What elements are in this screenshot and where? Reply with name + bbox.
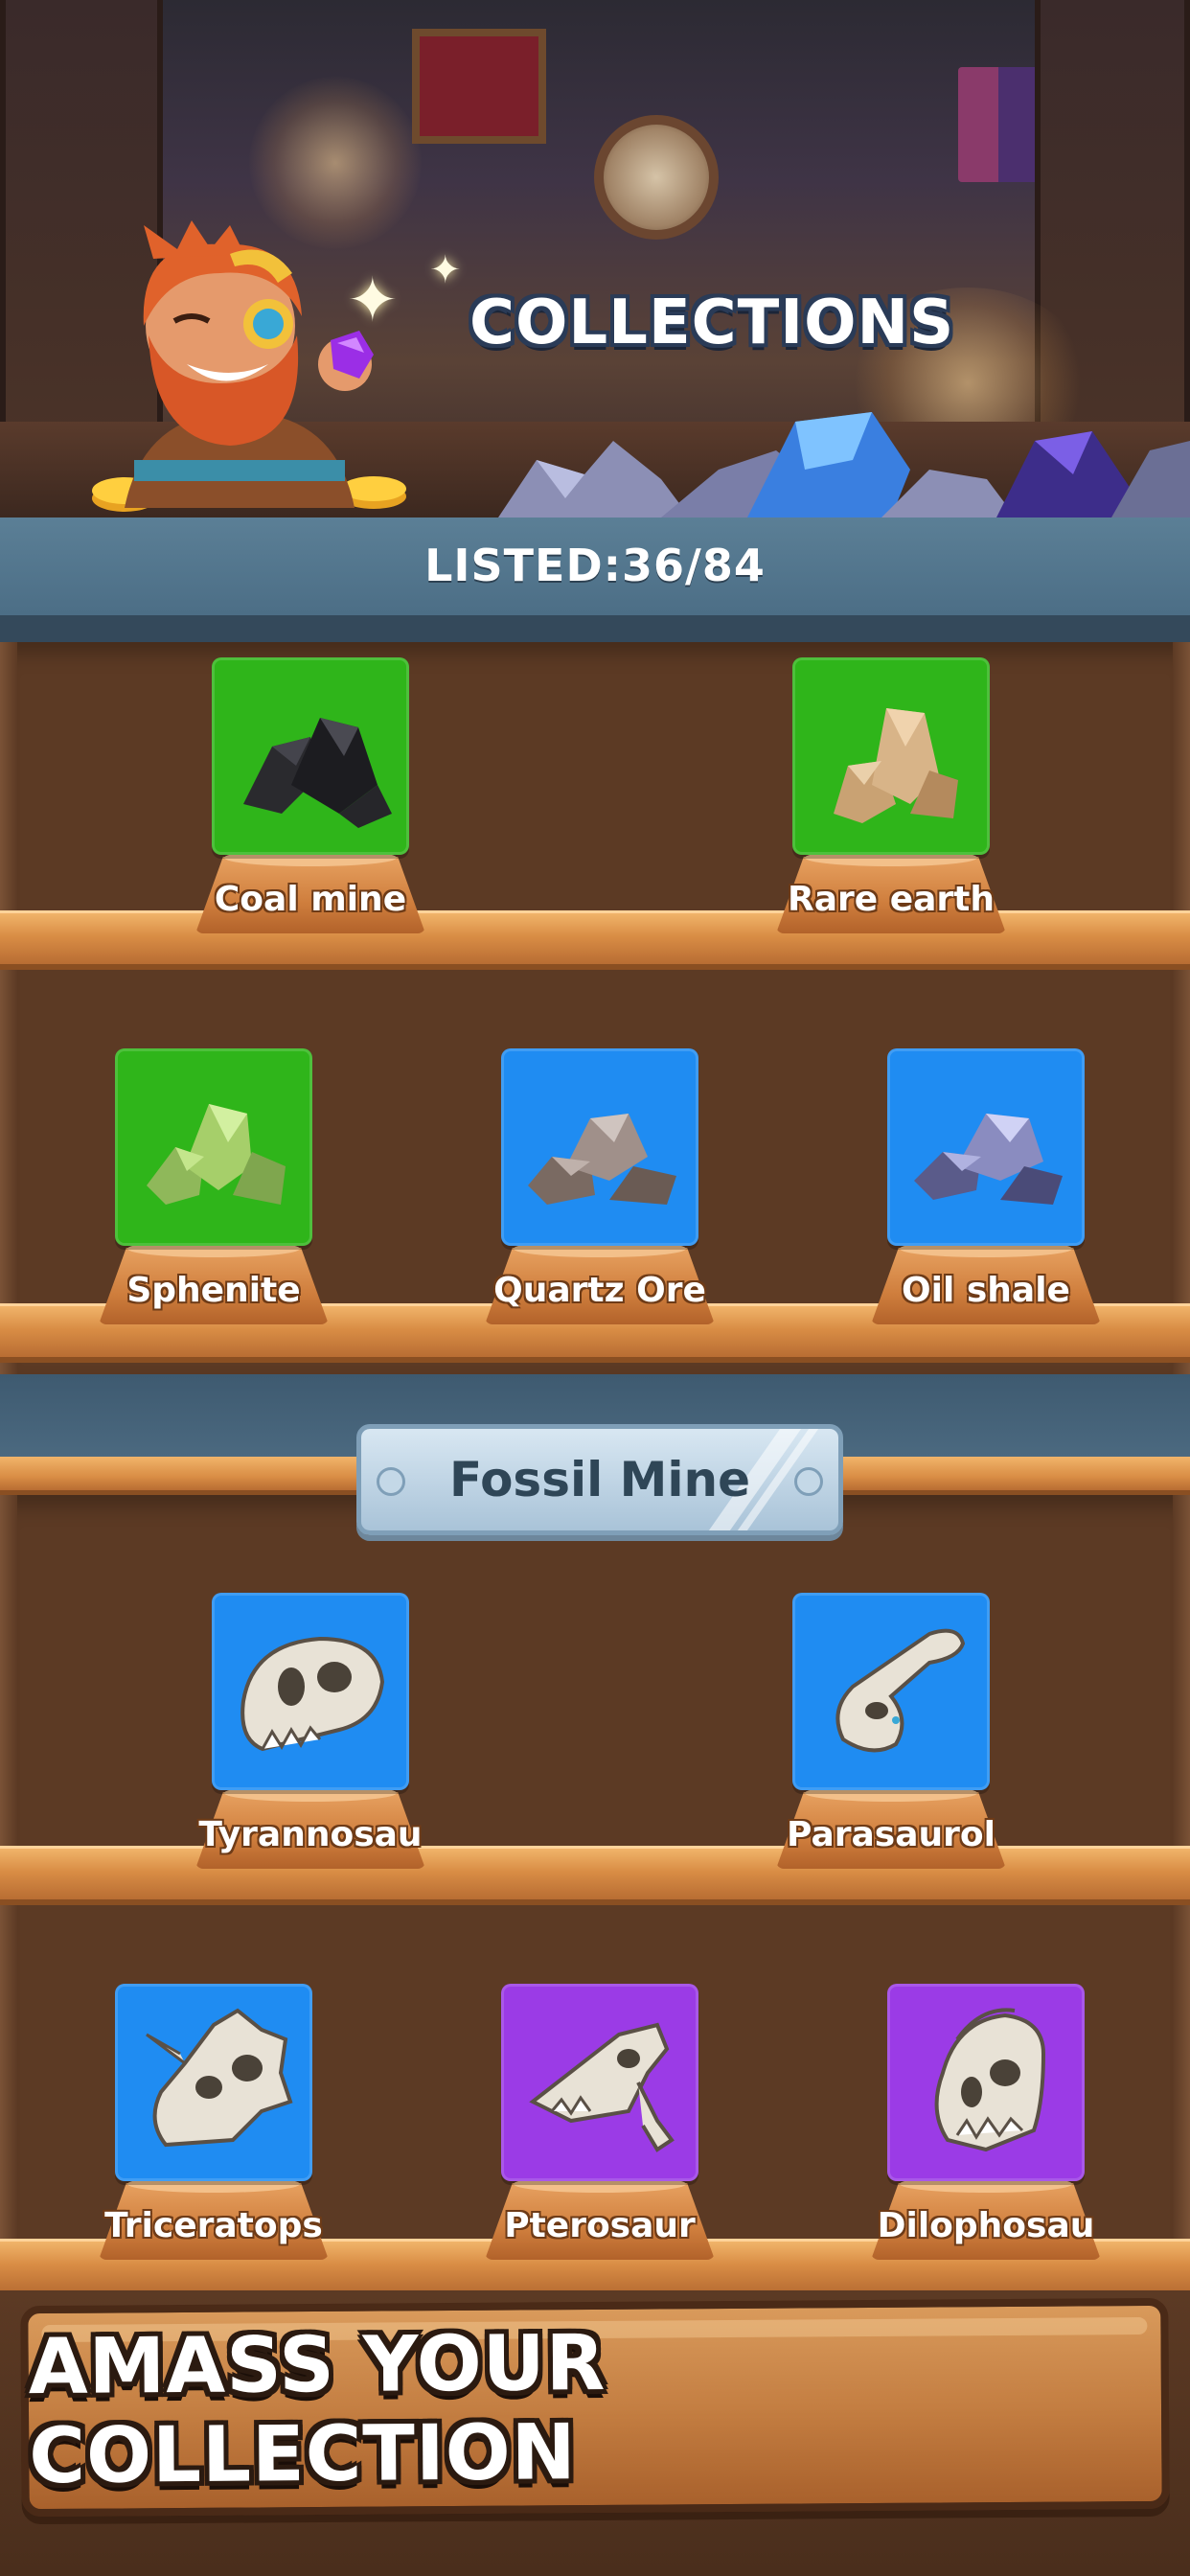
item-name: Oil shale bbox=[902, 1271, 1070, 1310]
collection-item-rare-earth[interactable]: Rare earth bbox=[767, 657, 1016, 964]
item-name: Rare earth bbox=[787, 880, 995, 919]
item-name: Sphenite bbox=[126, 1271, 301, 1310]
item-tile bbox=[501, 1984, 698, 2181]
item-tile bbox=[212, 1593, 409, 1790]
wall-frame bbox=[412, 29, 546, 144]
item-tile bbox=[792, 1593, 990, 1790]
sparkle-icon-small: ✦ bbox=[429, 248, 462, 292]
parasaurolophus-skull-icon bbox=[835, 1628, 966, 1753]
listed-counter-bar: LISTED:36/84 bbox=[0, 518, 1190, 642]
sphenite-icon bbox=[147, 1104, 286, 1205]
item-name: Triceratops bbox=[104, 2206, 323, 2245]
quartz-ore-icon bbox=[528, 1114, 676, 1205]
collection-item-sphenite[interactable]: Sphenite bbox=[89, 1048, 338, 1355]
item-tile bbox=[792, 657, 990, 855]
collection-item-coal-mine[interactable]: Coal mine bbox=[186, 657, 435, 964]
triceratops-skull-icon bbox=[146, 2008, 293, 2148]
banner-text: AMASS YOUR COLLECTION bbox=[28, 2317, 606, 2501]
collection-item-quartz-ore[interactable]: Quartz Ore bbox=[475, 1048, 724, 1355]
collection-item-oil-shale[interactable]: Oil shale bbox=[861, 1048, 1110, 1355]
wall-clock bbox=[594, 115, 719, 240]
pterosaur-skull-icon bbox=[529, 2022, 675, 2152]
item-tile bbox=[115, 1984, 312, 2181]
item-name: Parasaurol bbox=[787, 1815, 995, 1854]
coal-icon bbox=[243, 718, 392, 828]
fossil-mine-section-label: Fossil Mine bbox=[356, 1424, 843, 1535]
fossil-mine-title: Fossil Mine bbox=[448, 1452, 751, 1507]
item-name: Coal mine bbox=[214, 880, 407, 919]
item-tile bbox=[212, 657, 409, 855]
collection-item-triceratops[interactable]: Triceratops bbox=[89, 1984, 338, 2290]
promo-banner: AMASS YOUR COLLECTION bbox=[20, 2297, 1170, 2518]
item-tile bbox=[501, 1048, 698, 1246]
gem-pile-icon bbox=[498, 412, 1190, 518]
t-rex-skull-icon bbox=[240, 1636, 385, 1752]
collection-item-tyrannosaurus[interactable]: Tyrannosau bbox=[186, 1593, 435, 1899]
collection-item-parasaurolophus[interactable]: Parasaurol bbox=[767, 1593, 1016, 1899]
collection-item-pterosaur[interactable]: Pterosaur bbox=[475, 1984, 724, 2290]
item-name: Pterosaur bbox=[504, 2206, 696, 2245]
item-tile bbox=[115, 1048, 312, 1246]
item-name: Tyrannosau bbox=[198, 1815, 423, 1854]
page-title: COLLECTIONS bbox=[469, 288, 955, 358]
sparkle-icon: ✦ bbox=[347, 265, 399, 336]
collection-item-dilophosaurus[interactable]: Dilophosau bbox=[861, 1984, 1110, 2290]
item-name: Quartz Ore bbox=[493, 1271, 706, 1310]
item-tile bbox=[887, 1984, 1085, 2181]
rare-earth-icon bbox=[834, 708, 958, 823]
header-banner: ✦ ✦ COLLECTIONS bbox=[0, 0, 1190, 518]
listed-counter: LISTED:36/84 bbox=[424, 540, 766, 591]
item-tile bbox=[887, 1048, 1085, 1246]
item-name: Dilophosau bbox=[877, 2206, 1095, 2245]
dilophosaurus-skull-icon bbox=[934, 2008, 1046, 2152]
oil-shale-icon bbox=[914, 1114, 1063, 1205]
